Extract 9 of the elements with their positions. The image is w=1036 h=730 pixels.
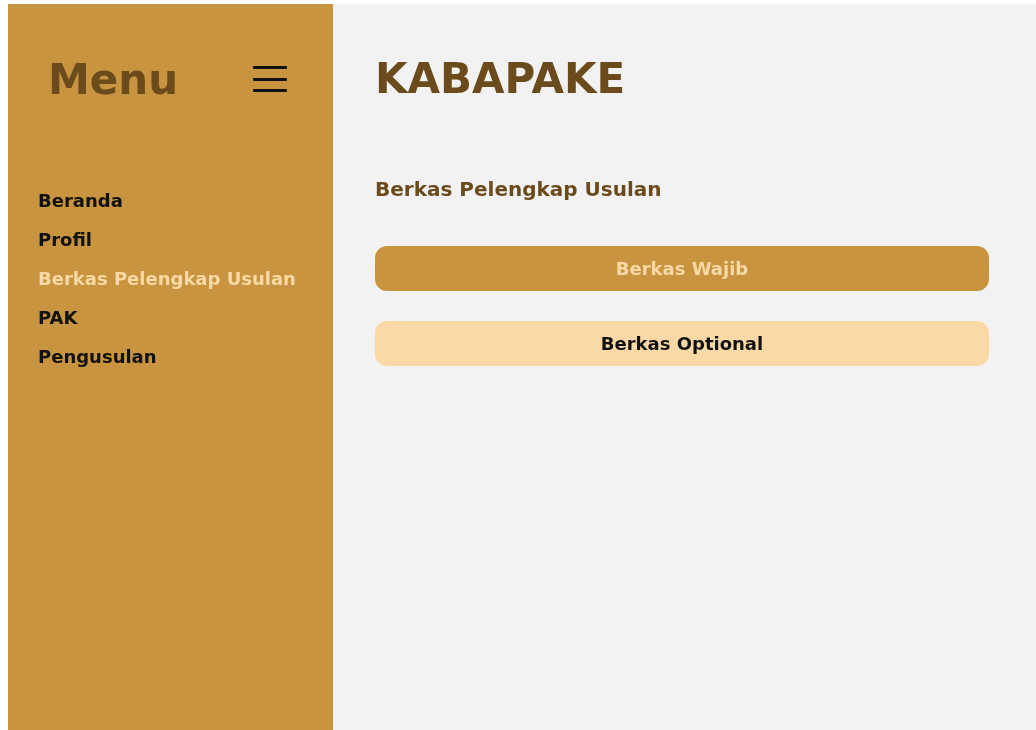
sidebar-item[interactable]: PAK [38,305,333,331]
section-title: Berkas Pelengkap Usulan [375,177,663,201]
page-title: KABAPAKE [375,53,627,105]
sidebar-title: Menu [48,54,180,104]
sidebar-item[interactable]: Pengusulan [38,344,333,370]
sidebar-item[interactable]: Profil [38,227,333,253]
sidebar-item[interactable]: Beranda [38,188,333,214]
menu-icon[interactable] [253,66,287,92]
file-category-button[interactable]: Berkas Optional [375,321,989,366]
